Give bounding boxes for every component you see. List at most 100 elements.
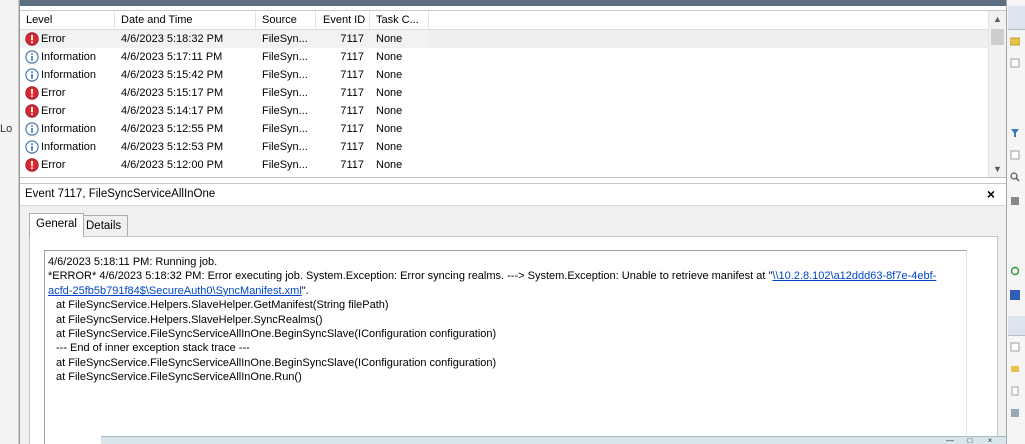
action-icon[interactable] [1010, 58, 1020, 68]
save-selected-icon[interactable] [1010, 408, 1020, 418]
navigation-pane-truncated-label: Lo [0, 123, 13, 135]
event-list-scrollbar[interactable]: ▲ ▼ [988, 11, 1006, 177]
copy-icon[interactable] [1010, 386, 1020, 396]
cell-date-time: 4/6/2023 5:15:17 PM [121, 87, 224, 99]
cell-task-category: None [370, 30, 429, 48]
column-header-task-category[interactable]: Task C... [370, 11, 429, 30]
error-message-suffix: ". [301, 284, 309, 297]
error-icon [25, 158, 39, 172]
cell-date-time: 4/6/2023 5:12:00 PM [121, 159, 224, 171]
event-details-tabs-area: General Details 4/6/2023 5:18:11 PM: Run… [20, 205, 1007, 444]
cell-source: FileSyn... [262, 141, 308, 153]
info-icon [25, 50, 39, 64]
refresh-icon[interactable] [1010, 266, 1020, 276]
folder-icon[interactable] [1010, 36, 1020, 46]
message-line: *ERROR* 4/6/2023 5:18:32 PM: Error execu… [48, 269, 960, 283]
cell-level: Information [20, 66, 115, 84]
actions-pane-header [1008, 6, 1025, 30]
overlapping-window-titlebar[interactable]: — □ × [101, 436, 1006, 444]
close-icon[interactable]: × [982, 185, 1000, 203]
column-header-date-time[interactable]: Date and Time [115, 11, 256, 30]
find-icon[interactable] [1010, 172, 1020, 182]
error-message-text: *ERROR* 4/6/2023 5:18:32 PM: Error execu… [48, 270, 773, 283]
table-row[interactable]: Error 4/6/2023 5:15:17 PM FileSyn... 7117 No… [20, 84, 988, 102]
message-line: acfd-25fb5b791f84$\SecureAuth0\SyncManif… [48, 284, 960, 298]
stack-trace-line: at FileSyncService.FileSyncServiceAllInO… [56, 371, 302, 384]
cell-date-time: 4/6/2023 5:12:55 PM [121, 123, 224, 135]
cell-event-id: 7117 [340, 87, 364, 99]
save-icon[interactable] [1010, 196, 1020, 206]
column-header-event-id[interactable]: Event ID [316, 11, 370, 30]
tab-details[interactable]: Details [79, 215, 129, 237]
level-text: Error [41, 33, 66, 45]
cell-level: Error [20, 30, 115, 48]
info-icon [25, 122, 39, 136]
window-close-icon[interactable]: × [981, 437, 999, 444]
cell-level: Error [20, 156, 115, 174]
cell-task-category: None [376, 123, 403, 135]
tab-general[interactable]: General [29, 213, 84, 237]
log-title-strip [20, 0, 1007, 6]
column-header-source[interactable]: Source [256, 11, 316, 30]
cell-level: Error [20, 84, 115, 102]
table-row[interactable]: Information 4/6/2023 5:15:42 PM FileSyn...… [20, 66, 988, 84]
event-properties-icon[interactable] [1010, 342, 1020, 352]
error-icon [25, 32, 39, 46]
event-list-header: Level Date and Time Source Event ID Task… [20, 11, 988, 30]
cell-date-time: 4/6/2023 5:15:42 PM [121, 69, 224, 81]
navigation-pane-edge: Lo [0, 0, 19, 444]
level-text: Error [41, 87, 66, 99]
cell-source: FileSyn... [262, 51, 308, 63]
cell-source: FileSyn... [262, 69, 308, 81]
table-row[interactable]: Error 4/6/2023 5:12:00 PM FileSyn... 7117 No… [20, 156, 988, 174]
table-row[interactable]: Information 4/6/2023 5:12:53 PM FileSyn...… [20, 138, 988, 156]
event-list: Level Date and Time Source Event ID Task… [20, 10, 1007, 178]
cell-task-category: None [376, 87, 403, 99]
scroll-thumb[interactable] [991, 29, 1004, 45]
actions-pane-edge [1006, 0, 1025, 444]
scroll-up-icon[interactable]: ▲ [989, 11, 1006, 28]
cell-level: Error [20, 102, 115, 120]
table-row[interactable]: Information 4/6/2023 5:12:55 PM FileSyn...… [20, 120, 988, 138]
manifest-path-link[interactable]: acfd-25fb5b791f84$\SecureAuth0\SyncManif… [48, 285, 302, 297]
message-line: 4/6/2023 5:18:11 PM: Running job. [48, 256, 218, 268]
table-row[interactable]: Error 4/6/2023 5:18:32 PM FileSyn... 7117 No… [20, 30, 988, 48]
stack-trace-line: --- End of inner exception stack trace -… [56, 342, 250, 355]
cell-task-category: None [376, 159, 403, 171]
event-viewer-center-pane: Level Date and Time Source Event ID Task… [19, 0, 1007, 444]
cell-source: FileSyn... [262, 87, 308, 99]
info-icon [25, 68, 39, 82]
error-icon [25, 86, 39, 100]
manifest-path-link[interactable]: \\10.2.8.102\a12ddd63-8f7e-4ebf- [772, 270, 936, 282]
table-row[interactable]: Error 4/6/2023 5:14:17 PM FileSyn... 7117 No… [20, 102, 988, 120]
event-description-textbox[interactable]: 4/6/2023 5:18:11 PM: Running job. *ERROR… [44, 250, 967, 444]
cell-source: FileSyn... [262, 123, 308, 135]
cell-event-id: 7117 [340, 123, 364, 135]
attach-task-icon[interactable] [1010, 364, 1020, 374]
help-icon[interactable] [1010, 290, 1020, 300]
general-tab-panel: 4/6/2023 5:18:11 PM: Running job. *ERROR… [29, 236, 998, 444]
error-icon [25, 104, 39, 118]
cell-level: Information [20, 120, 115, 138]
cell-task-category: None [376, 51, 403, 63]
level-text: Error [41, 105, 66, 117]
table-row[interactable]: Information 4/6/2023 5:17:11 PM FileSyn...… [20, 48, 988, 66]
cell-source: FileSyn... [256, 30, 316, 48]
scroll-down-icon[interactable]: ▼ [989, 161, 1006, 177]
maximize-icon[interactable]: □ [961, 437, 979, 444]
minimize-icon[interactable]: — [941, 437, 959, 444]
properties-icon[interactable] [1010, 150, 1020, 160]
level-text: Information [41, 123, 97, 135]
stack-trace-line: at FileSyncService.FileSyncServiceAllInO… [56, 356, 497, 369]
cell-event-id: 7117 [340, 51, 364, 63]
filter-icon[interactable] [1010, 128, 1020, 138]
level-text: Error [41, 159, 66, 171]
event-list-body: Error 4/6/2023 5:18:32 PM FileSyn... 7117 No… [20, 30, 988, 174]
level-text: Information [41, 141, 97, 153]
level-text: Information [41, 69, 97, 81]
cell-level: Information [20, 48, 115, 66]
cell-level: Information [20, 138, 115, 156]
actions-pane-section-header [1008, 316, 1025, 336]
column-header-level[interactable]: Level [20, 11, 115, 30]
cell-task-category: None [376, 105, 403, 117]
